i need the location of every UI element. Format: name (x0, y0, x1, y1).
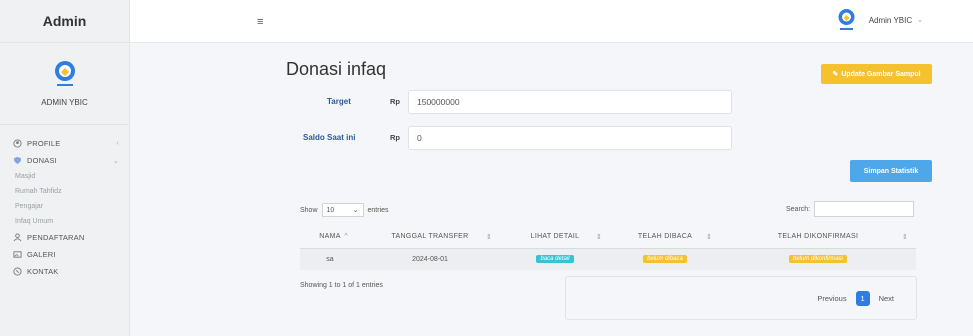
donation-table: NAMA ^ TANGGAL TRANSFER ⇕ LIHAT DETAIL ⇕ TE… (300, 226, 916, 270)
sidebar-menu: PROFILE ‹ DONASI ⌄ Masjid Rumah Tahfidz … (0, 125, 129, 280)
sidebar-item-donasi[interactable]: DONASI ⌄ (0, 152, 129, 169)
pencil-icon: ✎ (832, 71, 839, 78)
main-content: Donasi infaq ✎ Update Gambar Sampul Targ… (130, 43, 973, 336)
cell-detail: baca detail (500, 248, 610, 270)
sidebar-item-profile[interactable]: PROFILE ‹ (0, 135, 129, 152)
sort-icon: ⇕ (595, 234, 602, 242)
sidebar-item-label: PROFILE (27, 139, 61, 148)
shield-icon (13, 156, 22, 165)
sidebar-item-pendaftaran[interactable]: PENDAFTARAN (0, 229, 129, 246)
saldo-input[interactable]: 0 (408, 126, 732, 150)
column-header-detail[interactable]: LIHAT DETAIL ⇕ (500, 226, 610, 249)
chevron-down-icon: ⌄ (917, 17, 923, 24)
sidebar: Admin ADMIN YBIC PROFILE ‹ DONASI ⌄ Masj… (0, 0, 130, 336)
saldo-currency: Rp (390, 133, 400, 142)
organization-logo-icon (838, 9, 855, 30)
sidebar-item-galeri[interactable]: GALERI (0, 246, 129, 263)
next-button[interactable]: Next (873, 294, 900, 303)
image-icon (13, 251, 22, 258)
detail-badge[interactable]: baca detail (536, 255, 574, 264)
cell-dibaca: belum dibaca (610, 248, 720, 270)
confirm-status-badge[interactable]: belum dikonfirmasi (788, 255, 848, 264)
column-header-dibaca[interactable]: TELAH DIBACA ⇕ (610, 226, 720, 249)
sidebar-item-label: GALERI (27, 250, 56, 259)
cell-tanggal: 2024-08-01 (360, 248, 500, 270)
search-label: Search: (786, 205, 811, 213)
phone-icon (13, 267, 22, 276)
show-label: Show (300, 206, 318, 214)
update-cover-button[interactable]: ✎ Update Gambar Sampul (821, 64, 932, 84)
sidebar-subitem-rumah-tahfidz[interactable]: Rumah Tahfidz (0, 184, 129, 199)
search-input[interactable] (814, 201, 915, 217)
cell-konfirmasi: belum dikonfirmasi (720, 248, 916, 270)
target-label: Target (327, 97, 351, 106)
page-title: Donasi infaq (286, 59, 387, 79)
entries-label: entries (367, 206, 389, 214)
hamburger-menu-icon[interactable]: ≡ (257, 16, 263, 28)
user-panel: ADMIN YBIC (0, 43, 129, 125)
user-name: ADMIN YBIC (41, 98, 88, 107)
previous-button[interactable]: Previous (811, 294, 852, 303)
sidebar-subitem-pengajar[interactable]: Pengajar (0, 199, 129, 214)
sidebar-item-label: PENDAFTARAN (27, 233, 85, 242)
table-row: sa 2024-08-01 baca detail belum dibaca b… (300, 248, 916, 270)
sidebar-item-label: KONTAK (27, 267, 59, 276)
column-header-konfirmasi[interactable]: TELAH DIKONFIRMASI ⇕ (720, 226, 916, 249)
page-1-button[interactable]: 1 (855, 290, 870, 306)
top-user-name: Admin YBIC (868, 15, 913, 25)
update-cover-label: Update Gambar Sampul (841, 70, 921, 78)
user-circle-icon (13, 139, 22, 148)
column-header-tanggal[interactable]: TANGGAL TRANSFER ⇕ (360, 226, 500, 249)
sidebar-item-label: DONASI (27, 156, 57, 165)
saldo-label: Saldo Saat ini (303, 133, 356, 142)
chevron-left-icon: ‹ (116, 140, 119, 147)
sidebar-subitem-infaq-umum[interactable]: Infaq Umum (0, 214, 129, 229)
users-icon (13, 233, 22, 242)
chevron-down-icon: ⌄ (352, 207, 359, 214)
chevron-down-icon: ⌄ (112, 157, 119, 165)
table-search: Search: (786, 201, 915, 217)
sort-icon: ⇕ (485, 234, 492, 242)
save-statistics-button[interactable]: Simpan Statistik (850, 160, 932, 182)
column-header-nama[interactable]: NAMA ^ (300, 226, 360, 249)
table-info: Showing 1 to 1 of 1 entries (300, 282, 383, 289)
user-menu[interactable]: Admin YBIC ⌄ (838, 8, 923, 32)
entries-length: Show 10 ⌄ entries (300, 203, 389, 217)
pagination: Previous 1 Next (565, 276, 917, 320)
organization-logo-icon (54, 61, 75, 86)
cell-nama: sa (300, 248, 360, 270)
entries-select[interactable]: 10 ⌄ (321, 203, 364, 217)
sidebar-subitem-masjid[interactable]: Masjid (0, 169, 129, 184)
brand-title[interactable]: Admin (0, 0, 129, 43)
donation-table-card: Show 10 ⌄ entries Search: NAMA ^ TANGGAL … (290, 193, 930, 335)
target-input[interactable]: 150000000 (408, 90, 732, 114)
sort-up-icon: ^ (344, 233, 348, 241)
sidebar-item-kontak[interactable]: KONTAK (0, 263, 129, 280)
topbar: ≡ Admin YBIC ⌄ (130, 0, 973, 43)
entries-value: 10 (326, 206, 335, 214)
read-status-badge[interactable]: belum dibaca (643, 255, 687, 264)
sort-icon: ⇕ (901, 234, 908, 242)
sort-icon: ⇕ (705, 234, 712, 242)
target-currency: Rp (390, 97, 400, 106)
table-header-row: NAMA ^ TANGGAL TRANSFER ⇕ LIHAT DETAIL ⇕ TE… (300, 226, 916, 249)
